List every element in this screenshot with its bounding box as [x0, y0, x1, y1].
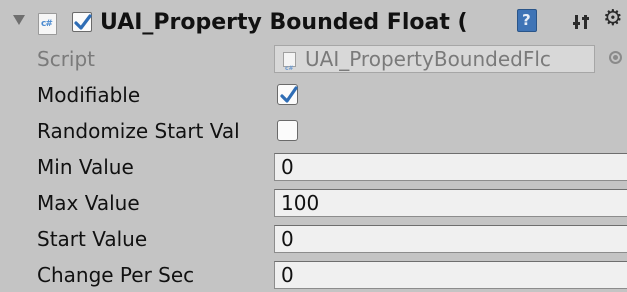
max-value-field[interactable]: 100	[274, 189, 627, 217]
component-header[interactable]: c# UAI_Property Bounded Float ( ? ⚙	[0, 0, 627, 44]
help-book-icon[interactable]: ?	[517, 9, 537, 32]
max-value-row: Max Value 100	[0, 185, 627, 221]
modifiable-checkbox[interactable]	[277, 84, 298, 105]
gear-icon[interactable]: ⚙	[603, 8, 623, 30]
start-value-row: Start Value 0	[0, 221, 627, 257]
component-title: UAI_Property Bounded Float (	[100, 10, 468, 35]
randomize-start-checkbox[interactable]	[277, 120, 298, 141]
preset-sliders-icon[interactable]	[573, 12, 591, 32]
max-value-label: Max Value	[37, 191, 140, 215]
checkmark-icon	[280, 86, 298, 103]
script-row: Script c# UAI_PropertyBoundedFlc	[0, 41, 627, 77]
start-value-label: Start Value	[37, 227, 148, 251]
min-value-label: Min Value	[37, 155, 134, 179]
min-value-field[interactable]: 0	[274, 153, 627, 181]
component-enabled-checkbox[interactable]	[72, 12, 92, 32]
script-object-field[interactable]: c# UAI_PropertyBoundedFlc	[274, 45, 595, 73]
randomize-start-row: Randomize Start Val	[0, 113, 627, 149]
change-per-sec-row: Change Per Sec 0	[0, 257, 627, 292]
checkmark-icon	[74, 14, 92, 30]
script-value: UAI_PropertyBoundedFlc	[305, 47, 551, 71]
csharp-script-icon: c#	[38, 13, 57, 35]
start-value-field[interactable]: 0	[274, 225, 627, 253]
script-file-icon: c#	[283, 52, 296, 72]
change-per-sec-field[interactable]: 0	[274, 261, 627, 289]
change-per-sec-label: Change Per Sec	[37, 263, 195, 287]
inspector-panel: c# UAI_Property Bounded Float ( ? ⚙ Scri…	[0, 0, 627, 292]
object-picker-icon[interactable]	[609, 51, 622, 64]
modifiable-label: Modifiable	[37, 83, 141, 107]
modifiable-row: Modifiable	[0, 77, 627, 113]
script-label: Script	[37, 47, 96, 71]
min-value-row: Min Value 0	[0, 149, 627, 185]
foldout-triangle-icon[interactable]	[13, 15, 25, 25]
randomize-start-label: Randomize Start Val	[37, 119, 240, 143]
